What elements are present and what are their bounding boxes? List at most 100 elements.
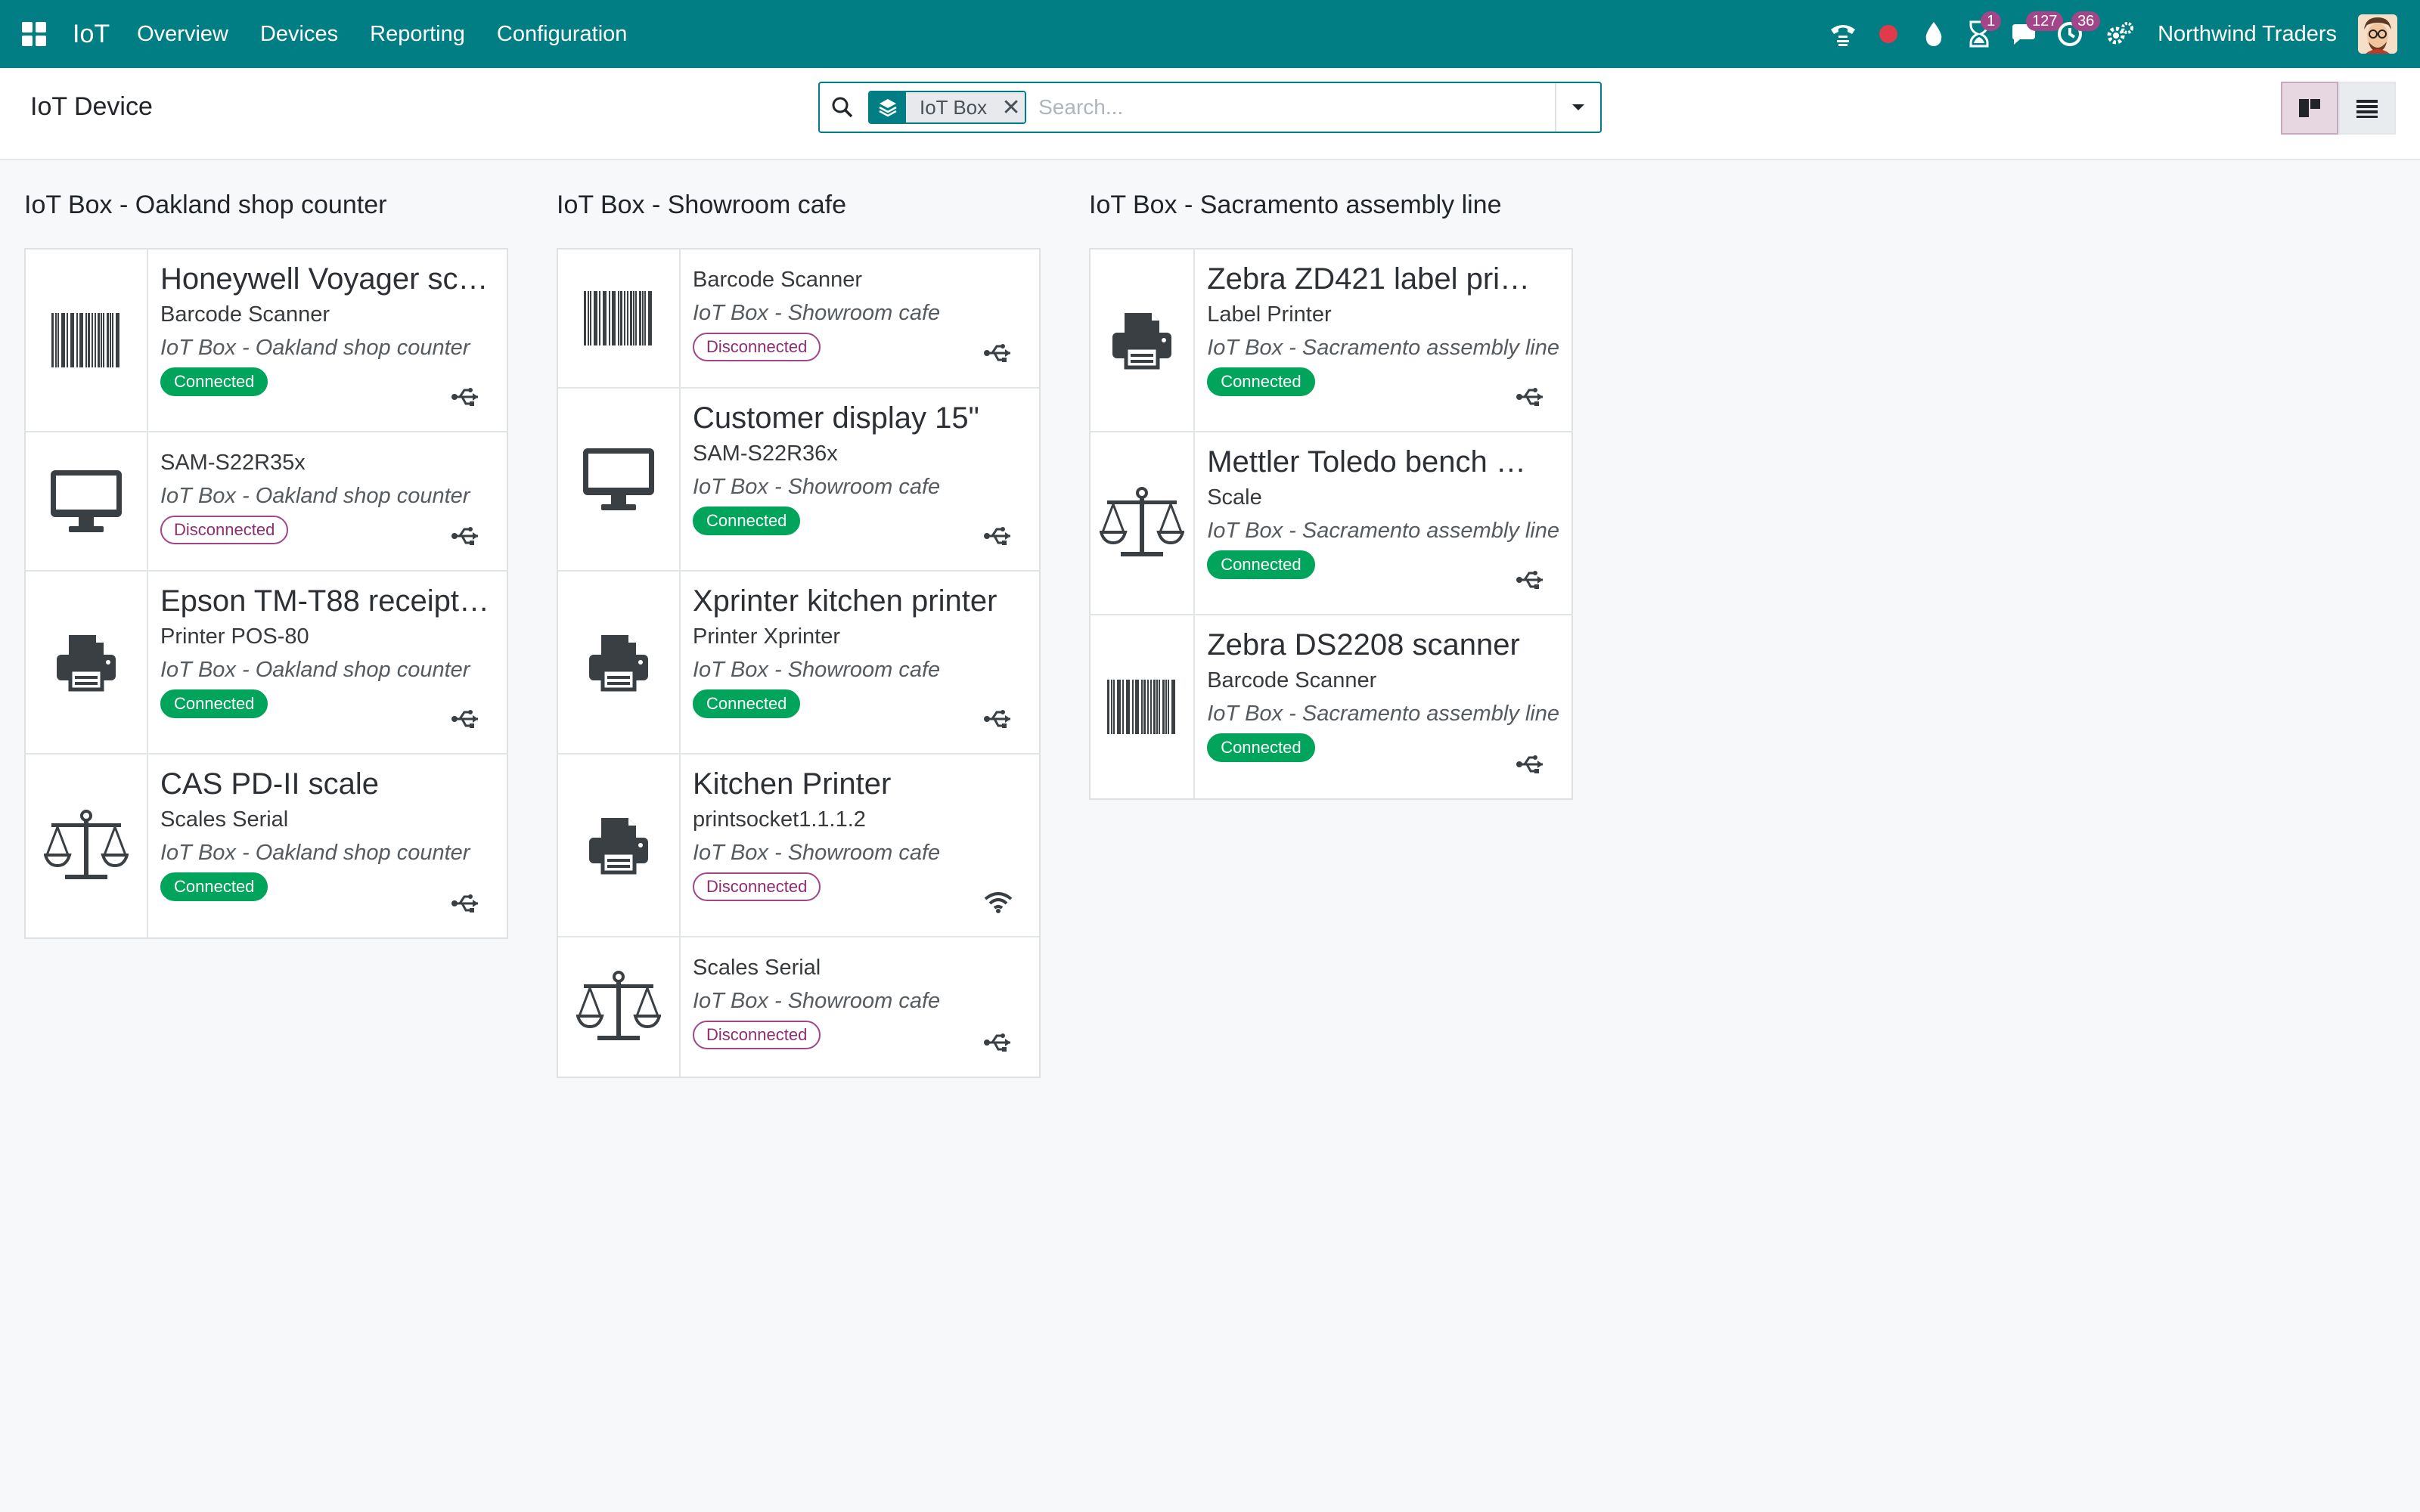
menu-devices[interactable]: Devices xyxy=(260,22,338,47)
scale-icon xyxy=(1091,432,1196,614)
iot-box-name: IoT Box - Showroom cafe xyxy=(693,658,941,682)
device-card[interactable]: Zebra DS2208 scanner Barcode Scanner IoT B… xyxy=(1091,615,1571,798)
card-list: Barcode Scanner IoT Box - Showroom cafe Di… xyxy=(557,248,1041,1078)
app-menu-icon[interactable] xyxy=(15,15,53,53)
card-body: Barcode Scanner IoT Box - Showroom cafe Di… xyxy=(681,249,1039,387)
device-card[interactable]: Scales Serial IoT Box - Showroom cafe Disc… xyxy=(558,937,1039,1077)
card-body: SAM-S22R35x IoT Box - Oakland shop counte… xyxy=(148,432,507,570)
status-badge: Connected xyxy=(160,689,268,718)
usb-icon xyxy=(983,1031,1013,1054)
facet-remove-button[interactable]: ✕ xyxy=(997,92,1025,122)
device-card[interactable]: Honeywell Voyager scanner Barcode Scanner… xyxy=(26,249,507,432)
iot-box-name: IoT Box - Oakland shop counter xyxy=(160,484,470,508)
messages-icon[interactable]: 127 xyxy=(2008,11,2064,51)
iot-box-name: IoT Box - Showroom cafe xyxy=(693,841,941,865)
search-options-toggle[interactable] xyxy=(1555,83,1600,132)
list-view-button[interactable] xyxy=(2338,82,2396,135)
device-card[interactable]: Customer display 15" SAM-S22R36x IoT Box -… xyxy=(558,389,1039,572)
activities-badge: 1 xyxy=(1981,11,2002,31)
device-card[interactable]: Xprinter kitchen printer Printer Xprinter… xyxy=(558,572,1039,754)
menu-overview[interactable]: Overview xyxy=(137,22,228,47)
status-badge: Connected xyxy=(1207,733,1315,762)
device-name: Kitchen Printer xyxy=(693,767,892,801)
device-card[interactable]: SAM-S22R35x IoT Box - Oakland shop counte… xyxy=(26,432,507,572)
app-name[interactable]: IoT xyxy=(73,20,110,49)
printer-icon xyxy=(26,572,148,753)
device-type: Barcode Scanner xyxy=(160,302,330,327)
usb-icon xyxy=(451,708,481,730)
company-switcher[interactable]: Northwind Traders xyxy=(2158,22,2337,47)
scale-icon xyxy=(26,754,148,937)
printer-icon xyxy=(558,754,681,936)
phone-icon[interactable] xyxy=(1826,17,1860,51)
card-body: Zebra DS2208 scanner Barcode Scanner IoT B… xyxy=(1195,615,1571,798)
barcode-icon xyxy=(558,249,681,387)
status-badge: Disconnected xyxy=(693,1021,821,1049)
device-type: Printer POS-80 xyxy=(160,624,309,649)
device-type: Scales Serial xyxy=(693,956,821,980)
usb-icon xyxy=(983,525,1013,547)
card-body: Scales Serial IoT Box - Showroom cafe Disc… xyxy=(681,937,1039,1077)
status-badge: Connected xyxy=(693,689,801,718)
usb-icon xyxy=(983,342,1013,364)
device-type: Barcode Scanner xyxy=(693,268,863,292)
groupby-facet: IoT Box ✕ xyxy=(868,91,1027,124)
usb-icon xyxy=(451,386,481,408)
status-badge: Disconnected xyxy=(693,872,821,901)
user-avatar[interactable] xyxy=(2358,14,2397,54)
device-card[interactable]: Mettler Toledo bench scale Scale IoT Box -… xyxy=(1091,432,1571,615)
iot-box-name: IoT Box - Oakland shop counter xyxy=(160,336,470,360)
device-card[interactable]: Epson TM-T88 receipt printer Printer POS-… xyxy=(26,572,507,754)
clock-icon[interactable]: 36 xyxy=(2053,11,2101,51)
card-list: Zebra ZD421 label printer Label Printer Io… xyxy=(1089,248,1573,800)
device-name: Honeywell Voyager scanner xyxy=(160,262,493,296)
device-type: SAM-S22R35x xyxy=(160,451,306,475)
search-input[interactable] xyxy=(1026,95,1555,119)
device-card[interactable]: Barcode Scanner IoT Box - Showroom cafe Di… xyxy=(558,249,1039,389)
printer-icon xyxy=(1091,249,1196,431)
iot-box-name: IoT Box - Oakland shop counter xyxy=(160,658,470,682)
column-title[interactable]: IoT Box - Oakland shop counter xyxy=(24,191,386,220)
card-body: Mettler Toledo bench scale Scale IoT Box -… xyxy=(1195,432,1571,614)
status-badge: Connected xyxy=(1207,550,1315,579)
usb-icon xyxy=(1516,386,1546,408)
usb-icon xyxy=(451,525,481,547)
device-card[interactable]: Zebra ZD421 label printer Label Printer Io… xyxy=(1091,249,1571,432)
systray: 1 127 36 Northwind Traders xyxy=(1814,0,2397,68)
search-icon[interactable] xyxy=(820,83,865,132)
iot-box-name: IoT Box - Showroom cafe xyxy=(693,989,941,1013)
device-name: Zebra ZD421 label printer xyxy=(1207,262,1540,296)
device-type: Scale xyxy=(1207,485,1262,510)
settings-gears-icon[interactable] xyxy=(2103,17,2136,51)
card-body: Honeywell Voyager scanner Barcode Scanner… xyxy=(148,249,507,431)
monitor-icon xyxy=(558,389,681,570)
wifi-icon xyxy=(983,891,1013,913)
top-navbar: IoT Overview Devices Reporting Configura… xyxy=(0,0,2420,68)
device-type: printsocket1.1.1.2 xyxy=(693,807,866,832)
column-title[interactable]: IoT Box - Sacramento assembly line xyxy=(1089,191,1502,220)
droplet-icon[interactable] xyxy=(1917,17,1950,51)
iot-box-name: IoT Box - Sacramento assembly line xyxy=(1207,519,1559,543)
timer-badge: 36 xyxy=(2071,11,2101,31)
status-badge: Disconnected xyxy=(693,333,821,361)
device-name: Xprinter kitchen printer xyxy=(693,584,997,618)
layers-icon xyxy=(870,92,906,122)
device-card[interactable]: CAS PD-II scale Scales Serial IoT Box - Oa… xyxy=(26,754,507,937)
device-name: Epson TM-T88 receipt printer xyxy=(160,584,493,618)
status-badge: Disconnected xyxy=(160,516,289,544)
column-title[interactable]: IoT Box - Showroom cafe xyxy=(557,191,846,220)
card-body: Xprinter kitchen printer Printer Xprinter… xyxy=(681,572,1039,753)
device-card[interactable]: Kitchen Printer printsocket1.1.1.2 IoT Box… xyxy=(558,754,1039,937)
menu-reporting[interactable]: Reporting xyxy=(370,22,465,47)
menu-configuration[interactable]: Configuration xyxy=(497,22,628,47)
view-switcher xyxy=(2281,82,2396,135)
record-icon[interactable] xyxy=(1872,17,1905,51)
device-name: Zebra DS2208 scanner xyxy=(1207,628,1520,662)
kanban-view-button[interactable] xyxy=(2281,82,2338,135)
device-type: Barcode Scanner xyxy=(1207,668,1377,692)
activity-hourglass-icon[interactable]: 1 xyxy=(1962,11,2002,51)
iot-box-name: IoT Box - Sacramento assembly line xyxy=(1207,336,1559,360)
device-type: Printer Xprinter xyxy=(693,624,841,649)
page-title: IoT Device xyxy=(30,92,153,121)
device-name: Mettler Toledo bench scale xyxy=(1207,445,1540,479)
